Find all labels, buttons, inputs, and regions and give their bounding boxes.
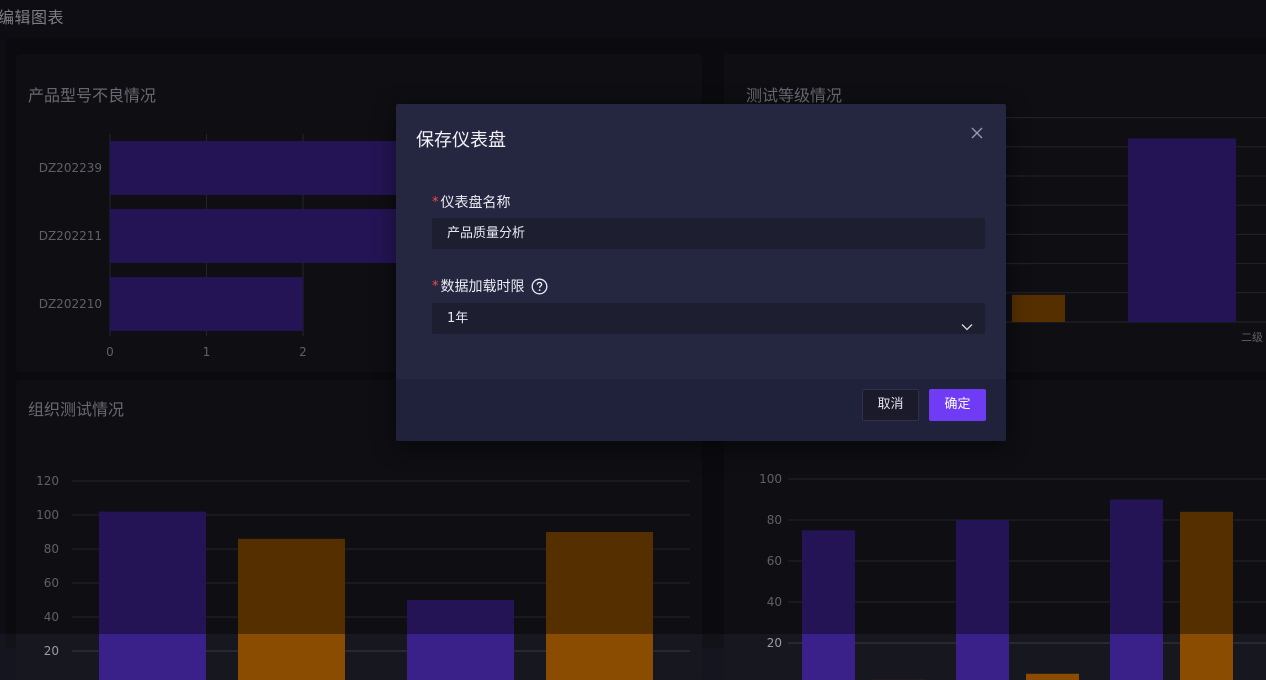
y-tick-label: 20 <box>767 636 782 650</box>
required-mark: * <box>432 195 439 210</box>
required-mark: * <box>432 279 439 294</box>
save-dashboard-dialog: 保存仪表盘 * 仪表盘名称 产品质量分析 * 数据加载时限 1年 取消 确定 <box>396 104 1006 441</box>
question-circle-icon[interactable] <box>531 278 548 295</box>
field-label-dashboard-name: * 仪表盘名称 <box>432 192 511 212</box>
confirm-button[interactable]: 确定 <box>929 389 986 421</box>
select-value: 1年 <box>447 311 468 326</box>
cancel-button[interactable]: 取消 <box>862 389 919 421</box>
y-tick-label: 20 <box>44 644 59 658</box>
load-range-select[interactable]: 1年 <box>432 303 985 334</box>
dialog-title: 保存仪表盘 <box>416 126 506 152</box>
chevron-down-icon <box>961 313 973 323</box>
dialog-footer: 取消 确定 <box>396 379 1006 441</box>
bar <box>1026 674 1079 680</box>
field-label-load-range: * 数据加载时限 <box>432 276 548 296</box>
label-text: 仪表盘名称 <box>441 192 511 212</box>
dashboard-name-input[interactable]: 产品质量分析 <box>432 218 985 249</box>
label-text: 数据加载时限 <box>441 276 525 296</box>
close-icon[interactable] <box>968 124 986 142</box>
